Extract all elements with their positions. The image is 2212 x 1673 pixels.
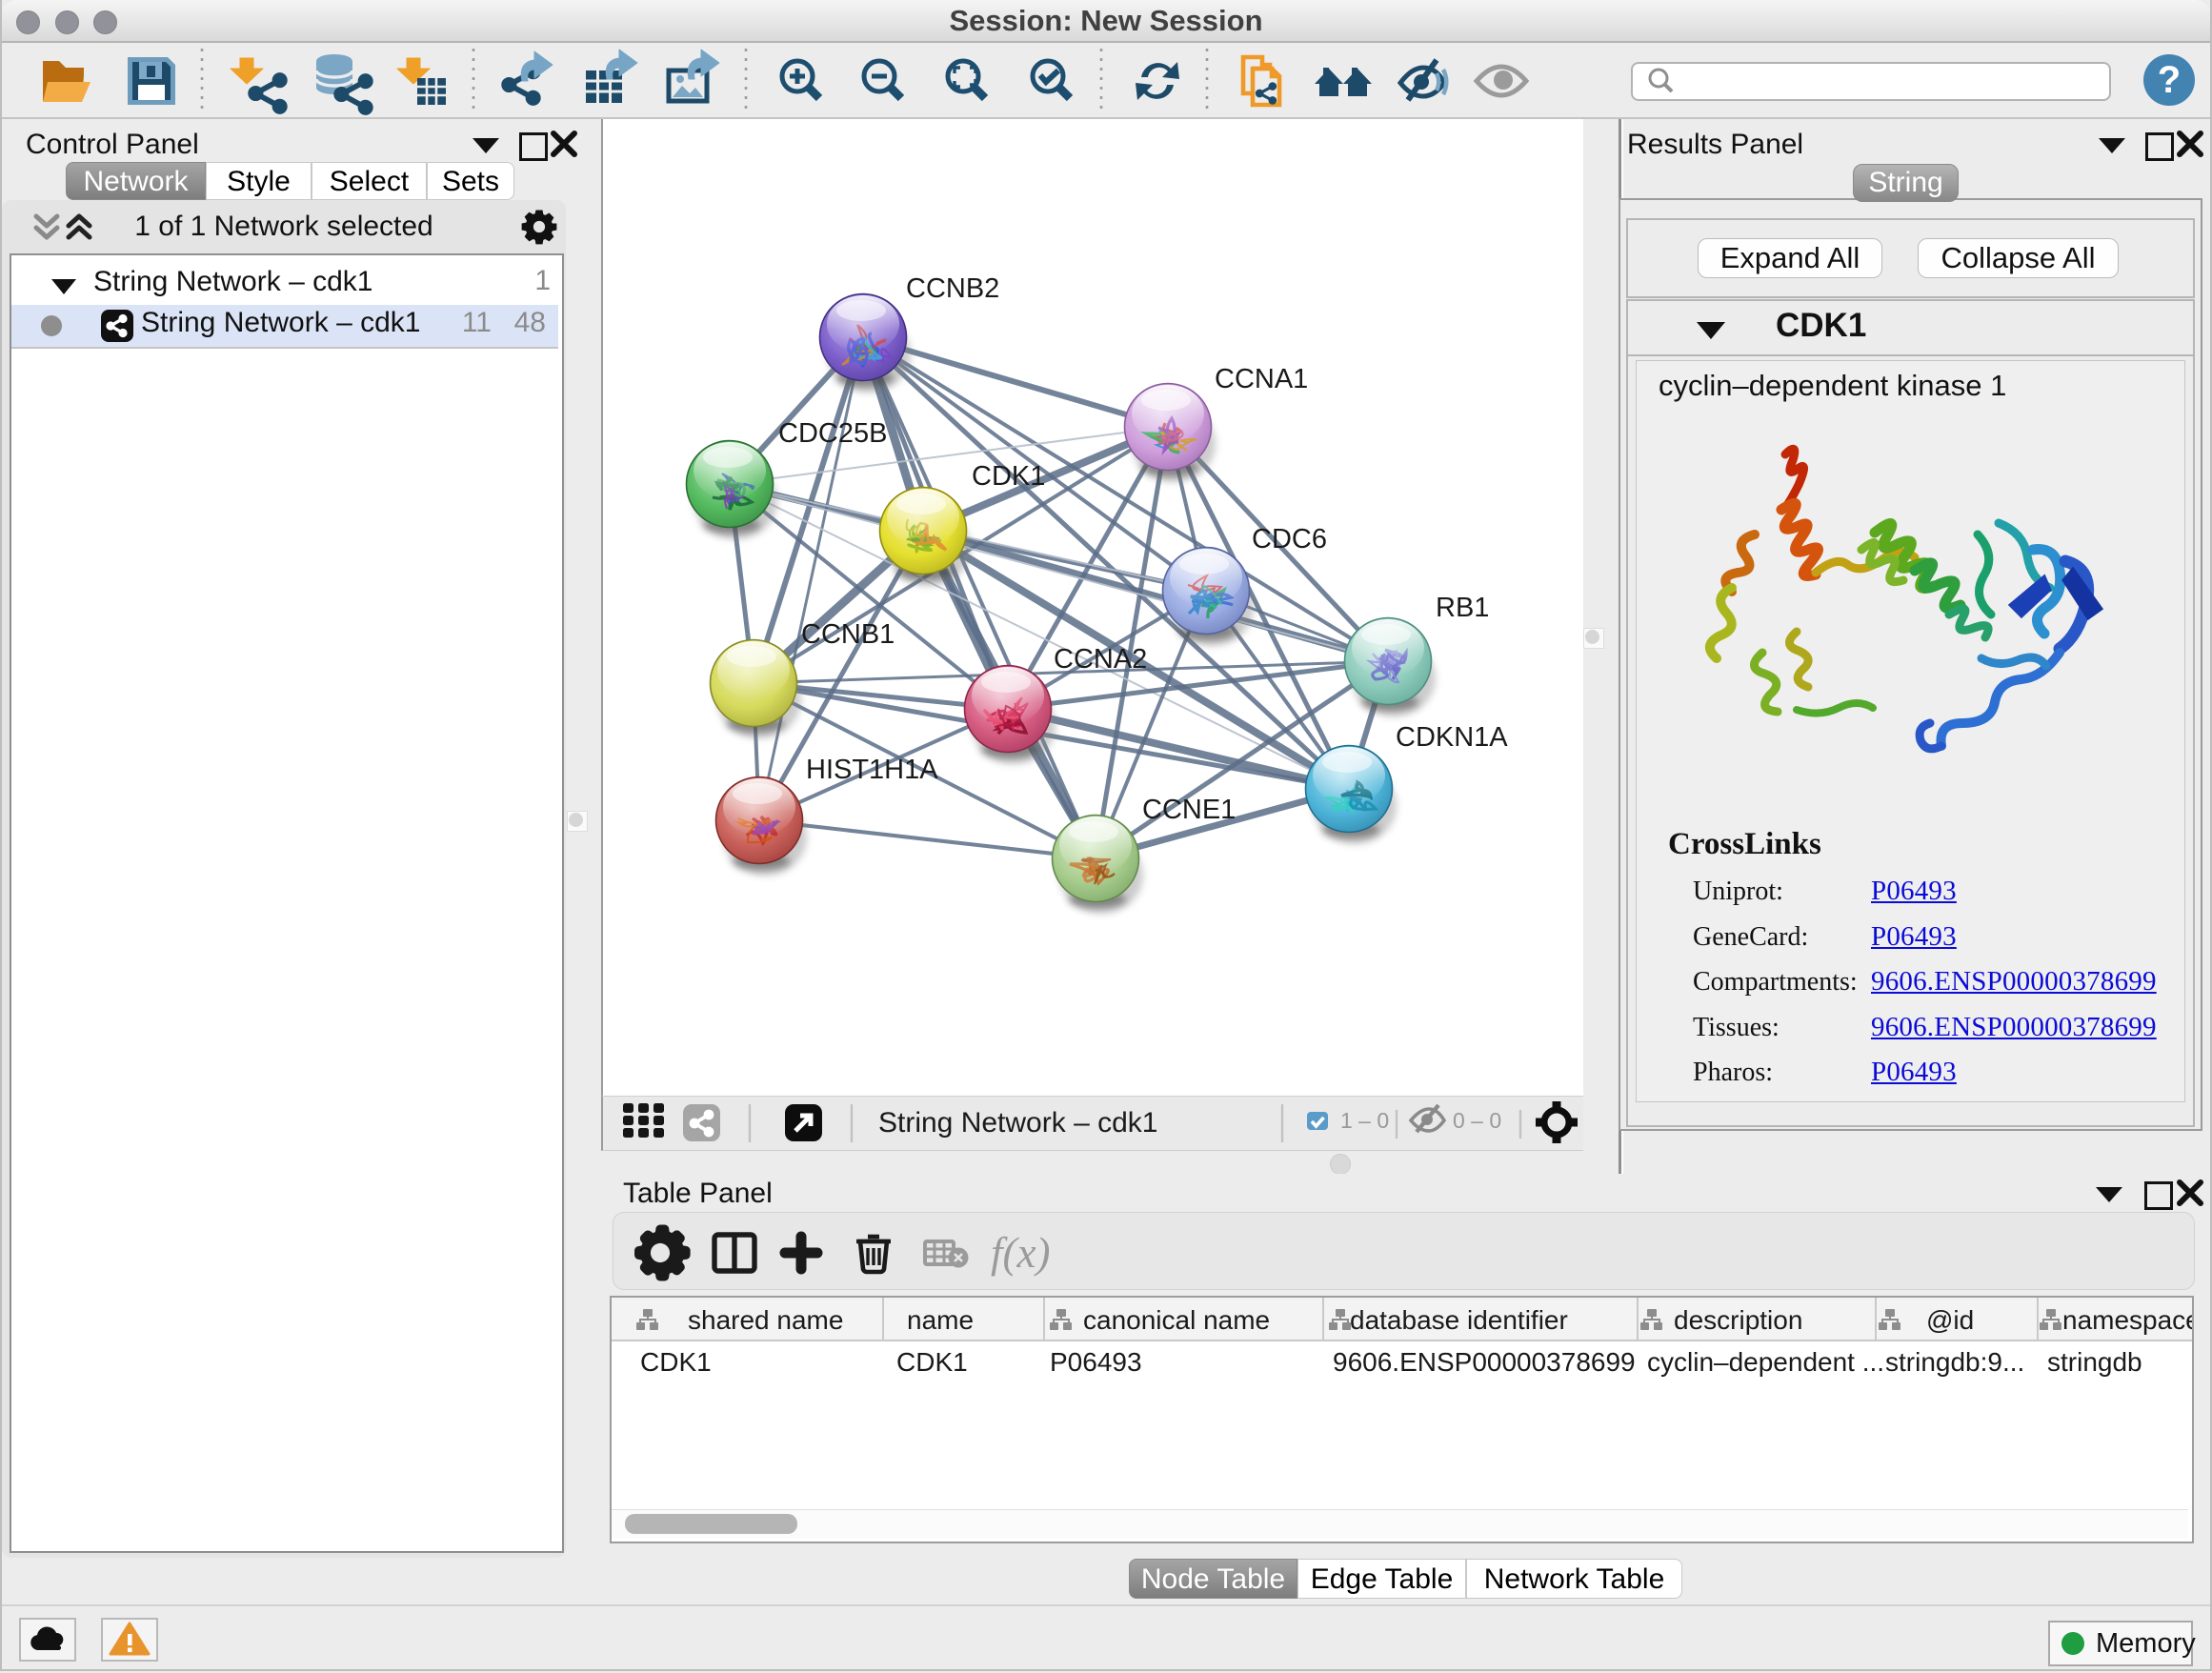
svg-text:stringdb:9...: stringdb:9... <box>1885 1347 2024 1377</box>
svg-text:shared name: shared name <box>688 1305 843 1335</box>
svg-text:f(x): f(x) <box>991 1229 1050 1277</box>
svg-text:database identifier: database identifier <box>1350 1305 1568 1335</box>
svg-text:CDK1: CDK1 <box>972 461 1045 492</box>
svg-text:CCNA2: CCNA2 <box>1054 644 1147 675</box>
svg-text:CDK1: CDK1 <box>896 1347 968 1377</box>
svg-text:@id: @id <box>1926 1305 1974 1335</box>
svg-text:P06493: P06493 <box>1050 1347 1142 1377</box>
svg-text:CCNE1: CCNE1 <box>1142 795 1236 825</box>
svg-text:CDKN1A: CDKN1A <box>1396 722 1508 753</box>
svg-text:description: description <box>1674 1305 1802 1335</box>
svg-text:0 – 0: 0 – 0 <box>1453 1108 1501 1133</box>
svg-text:CCNA1: CCNA1 <box>1215 364 1308 394</box>
svg-text:RB1: RB1 <box>1436 593 1489 623</box>
svg-text:namespace: namespace <box>2062 1305 2192 1335</box>
svg-text:name: name <box>907 1305 974 1335</box>
svg-text:CDK1: CDK1 <box>640 1347 712 1377</box>
svg-text:9606.ENSP00000378699: 9606.ENSP00000378699 <box>1333 1347 1636 1377</box>
svg-text:canonical name: canonical name <box>1083 1305 1270 1335</box>
svg-text:CCNB2: CCNB2 <box>906 273 999 304</box>
svg-text:?: ? <box>2158 59 2181 101</box>
svg-text:CDC25B: CDC25B <box>778 418 887 449</box>
svg-text:stringdb: stringdb <box>2047 1347 2142 1377</box>
svg-text:CDC6: CDC6 <box>1252 524 1327 554</box>
svg-text:HIST1H1A: HIST1H1A <box>806 755 938 785</box>
svg-text:1 – 0: 1 – 0 <box>1340 1108 1389 1133</box>
svg-text:cyclin–dependent ...: cyclin–dependent ... <box>1647 1347 1884 1377</box>
svg-text:CCNB1: CCNB1 <box>801 619 895 650</box>
